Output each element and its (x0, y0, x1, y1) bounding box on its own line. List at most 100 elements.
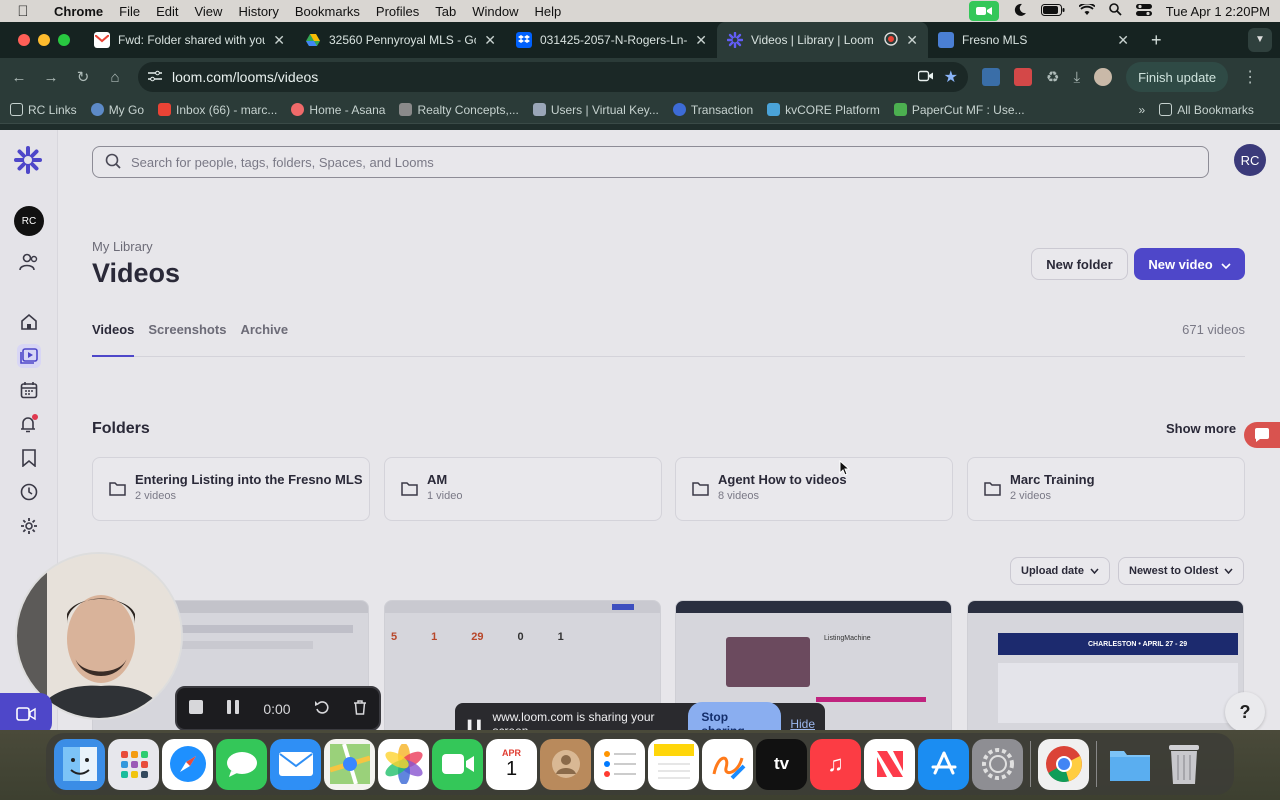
extension-download-icon[interactable] (982, 68, 1000, 86)
bookmarks-overflow-icon[interactable]: » (1139, 103, 1146, 117)
tab-screenshots[interactable]: Screenshots (148, 322, 226, 337)
breadcrumb[interactable]: My Library (92, 239, 153, 254)
menu-file[interactable]: File (111, 4, 148, 19)
zoom-window-button[interactable] (58, 34, 70, 46)
new-video-button[interactable]: New video (1134, 248, 1245, 280)
tab-google-drive[interactable]: 32560 Pennyroyal MLS - Goo ✕ (295, 22, 506, 58)
new-tab-button[interactable]: + (1139, 30, 1174, 51)
downloads-folder-icon[interactable] (1104, 739, 1155, 790)
trash-icon[interactable] (1158, 739, 1209, 790)
video-thumbnail[interactable]: CHARLESTON • APRIL 27 - 29 (967, 600, 1244, 730)
library-icon[interactable] (17, 344, 41, 368)
profile-avatar-icon[interactable] (1094, 68, 1113, 86)
menu-profiles[interactable]: Profiles (368, 4, 427, 19)
loom-logo-icon[interactable] (14, 146, 42, 174)
home-icon[interactable]: ⌂ (106, 69, 124, 86)
photos-icon[interactable] (378, 738, 429, 790)
all-bookmarks[interactable]: All Bookmarks (1159, 103, 1254, 117)
music-icon[interactable]: ♫ (810, 738, 861, 790)
search-input[interactable]: Search for people, tags, folders, Spaces… (92, 146, 1209, 178)
apple-tv-icon[interactable]: tv (756, 738, 807, 790)
menu-tab[interactable]: Tab (427, 4, 464, 19)
menu-chrome[interactable]: Chrome (46, 4, 111, 19)
reload-icon[interactable]: ↻ (74, 68, 92, 86)
clock-icon[interactable] (17, 480, 41, 504)
freeform-icon[interactable] (702, 738, 753, 790)
focus-moon-icon[interactable] (1013, 3, 1027, 20)
news-icon[interactable] (864, 738, 915, 790)
url-text[interactable]: loom.com/looms/videos (172, 69, 908, 85)
forward-icon[interactable]: → (42, 69, 60, 86)
menu-window[interactable]: Window (464, 4, 526, 19)
menu-edit[interactable]: Edit (148, 4, 186, 19)
menu-view[interactable]: View (186, 4, 230, 19)
camera-in-use-icon[interactable] (917, 69, 934, 85)
minimize-window-button[interactable] (38, 34, 50, 46)
reminders-icon[interactable] (594, 738, 645, 790)
bookmark-my-go[interactable]: My Go (90, 103, 144, 117)
bookmark-gmail-inbox[interactable]: Inbox (66) - marc... (158, 103, 277, 117)
close-tab-icon[interactable]: ✕ (1117, 32, 1129, 49)
menu-history[interactable]: History (230, 4, 286, 19)
address-bar[interactable]: loom.com/looms/videos ★ (138, 62, 968, 92)
close-tab-icon[interactable]: ✕ (695, 32, 707, 49)
hide-link[interactable]: Hide (790, 717, 815, 731)
close-tab-icon[interactable]: ✕ (273, 32, 285, 49)
menu-bookmarks[interactable]: Bookmarks (287, 4, 368, 19)
bookmark-star-icon[interactable]: ★ (944, 67, 958, 87)
close-window-button[interactable] (18, 34, 30, 46)
facetime-status-icon[interactable] (968, 1, 999, 21)
chrome-icon[interactable] (1038, 738, 1089, 790)
control-center-icon[interactable] (1135, 3, 1152, 19)
show-more-button[interactable]: Show more (1166, 421, 1236, 436)
folder-card[interactable]: Marc Training 2 videos (967, 457, 1245, 521)
tab-dropbox[interactable]: 031425-2057-N-Rogers-Ln-G ✕ (506, 22, 717, 58)
back-icon[interactable]: ← (10, 69, 28, 86)
new-folder-button[interactable]: New folder (1031, 248, 1128, 280)
mail-icon[interactable] (270, 738, 321, 790)
restart-recording-icon[interactable] (314, 700, 329, 717)
launchpad-icon[interactable] (108, 738, 159, 790)
bookmark-icon[interactable] (17, 446, 41, 470)
maps-icon[interactable] (324, 738, 375, 790)
bookmark-papercut[interactable]: PaperCut MF : Use... (893, 103, 1025, 117)
site-info-icon[interactable] (148, 69, 162, 85)
people-icon[interactable] (17, 250, 41, 274)
bookmark-kvcore[interactable]: kvCORE Platform (767, 103, 880, 117)
downloads-icon[interactable]: ⤓ (1073, 69, 1080, 86)
close-tab-icon[interactable]: ✕ (906, 32, 918, 49)
finish-update-button[interactable]: Finish update (1126, 62, 1229, 92)
extensions-puzzle-icon[interactable]: ♻ (1046, 68, 1059, 86)
bookmark-asana[interactable]: Home - Asana (291, 103, 385, 117)
stop-recording-icon[interactable] (189, 700, 204, 717)
user-avatar[interactable]: RC (1234, 144, 1266, 176)
workspace-avatar[interactable]: RC (14, 206, 44, 236)
notes-icon[interactable] (648, 738, 699, 790)
system-settings-icon[interactable] (972, 738, 1023, 790)
bookmark-rc-links[interactable]: RC Links (10, 103, 77, 117)
settings-gear-icon[interactable] (17, 514, 41, 538)
finder-icon[interactable] (54, 738, 105, 790)
app-store-icon[interactable] (918, 738, 969, 790)
menubar-datetime[interactable]: Tue Apr 1 2:20PM (1166, 4, 1270, 19)
sort-field-dropdown[interactable]: Upload date (1010, 557, 1110, 585)
apple-icon[interactable]:  (0, 3, 46, 20)
calendar-app-icon[interactable]: APR 1 (486, 738, 537, 790)
folder-card[interactable]: AM 1 video (384, 457, 662, 521)
home-icon[interactable] (17, 310, 41, 334)
facetime-icon[interactable] (432, 738, 483, 790)
tab-gmail[interactable]: Fwd: Folder shared with you: ✕ (84, 22, 295, 58)
wifi-icon[interactable] (1078, 2, 1096, 19)
calendar-icon[interactable] (17, 378, 41, 402)
tab-loom-library[interactable]: Videos | Library | Loom ✕ (717, 22, 928, 58)
delete-recording-icon[interactable] (353, 699, 367, 718)
bookmark-virtual-key[interactable]: Users | Virtual Key... (532, 103, 659, 117)
battery-icon[interactable] (1040, 3, 1065, 19)
extension-loom-icon[interactable] (1014, 68, 1032, 86)
spotlight-search-icon[interactable] (1108, 3, 1122, 19)
close-tab-icon[interactable]: ✕ (484, 32, 496, 49)
contacts-icon[interactable] (540, 738, 591, 790)
notifications-bell-icon[interactable] (17, 412, 41, 436)
loom-camera-toggle[interactable] (0, 693, 52, 735)
messages-icon[interactable] (216, 738, 267, 790)
